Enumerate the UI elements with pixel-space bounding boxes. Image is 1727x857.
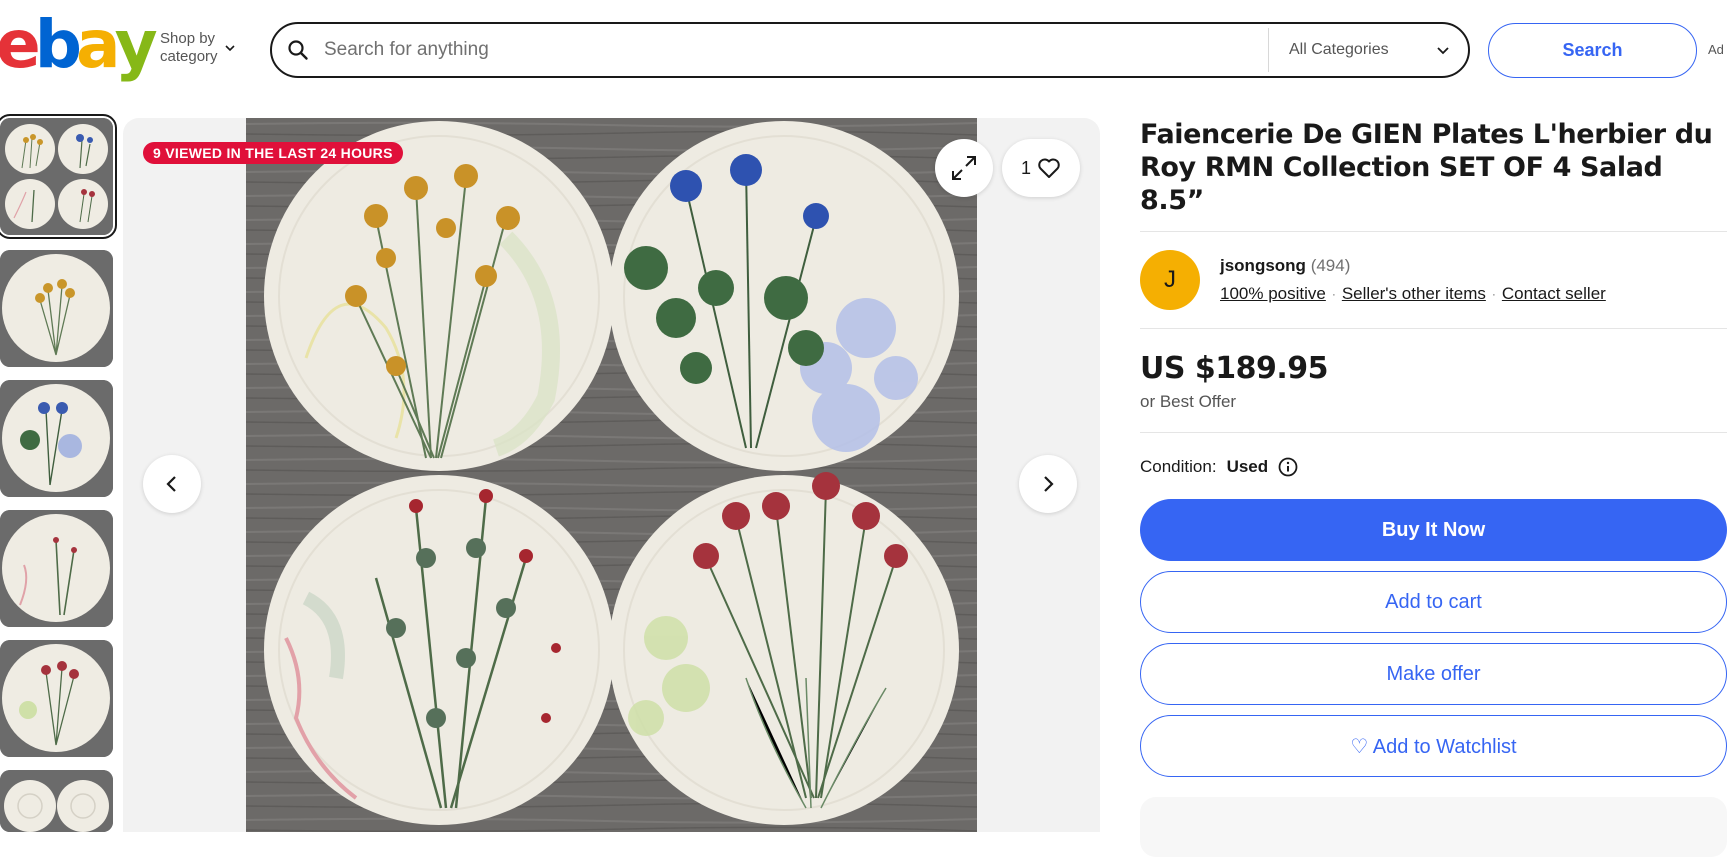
thumbnail-red-flower-plate[interactable] bbox=[0, 640, 113, 757]
separator-dot: · bbox=[1491, 287, 1496, 301]
next-image-button[interactable] bbox=[1019, 455, 1077, 513]
category-select[interactable]: All Categories bbox=[1268, 28, 1468, 72]
chevron-down-icon bbox=[224, 45, 235, 52]
seller-info: jsongsong (494) 100% positive · Seller's… bbox=[1220, 250, 1606, 304]
image-viewer: 9 VIEWED IN THE LAST 24 HOURS 1 bbox=[123, 118, 1100, 832]
condition-label: Condition: bbox=[1140, 457, 1217, 476]
positive-feedback-link[interactable]: 100% positive bbox=[1220, 284, 1326, 304]
seller-links: 100% positive · Seller's other items · C… bbox=[1220, 284, 1606, 304]
price: US $189.95 bbox=[1140, 351, 1329, 386]
plate-image bbox=[0, 380, 113, 497]
listing-panel: Faiencerie De GIEN Plates L'herbier du R… bbox=[1140, 118, 1727, 777]
seller-name-row: jsongsong (494) bbox=[1220, 256, 1606, 276]
plates-photo bbox=[246, 118, 977, 832]
info-card bbox=[1140, 797, 1727, 857]
advanced-search-link[interactable]: Ad bbox=[1708, 42, 1724, 57]
plate-image bbox=[0, 770, 113, 832]
watch-count: 1 bbox=[1020, 157, 1031, 178]
search-icon bbox=[272, 24, 324, 76]
seller-avatar[interactable]: J bbox=[1140, 250, 1200, 310]
category-label: All Categories bbox=[1289, 41, 1389, 58]
plate-image bbox=[0, 250, 113, 367]
header: ebay Shop by category All Categories Sea… bbox=[0, 0, 1727, 95]
separator-dot: · bbox=[1331, 287, 1336, 301]
ebay-logo[interactable]: ebay bbox=[0, 6, 158, 83]
expand-image-button[interactable] bbox=[935, 139, 993, 197]
chevron-right-icon bbox=[1044, 476, 1054, 492]
add-to-watchlist-button[interactable]: ♡ Add to Watchlist bbox=[1140, 715, 1727, 777]
add-to-cart-button[interactable]: Add to cart bbox=[1140, 571, 1727, 633]
seller-other-items-link[interactable]: Seller's other items bbox=[1342, 284, 1486, 304]
divider bbox=[1140, 432, 1727, 433]
logo-letter: b bbox=[34, 6, 82, 83]
seller-feedback-count: (494) bbox=[1310, 256, 1351, 275]
previous-image-button[interactable] bbox=[143, 455, 201, 513]
info-icon[interactable] bbox=[1278, 457, 1298, 477]
chevron-left-icon bbox=[166, 476, 176, 492]
chevron-down-icon bbox=[1437, 47, 1449, 55]
logo-letter: e bbox=[0, 6, 41, 83]
condition-value: Used bbox=[1226, 457, 1269, 476]
search-input[interactable] bbox=[324, 30, 1268, 70]
thumbnail-blue-flower-plate[interactable] bbox=[0, 380, 113, 497]
buy-it-now-button[interactable]: Buy It Now bbox=[1140, 499, 1727, 561]
shop-by-label: Shop by category bbox=[160, 30, 218, 65]
thumbnail-all-four-plates[interactable] bbox=[0, 114, 117, 239]
divider bbox=[1140, 328, 1727, 329]
seller-name[interactable]: jsongsong bbox=[1220, 256, 1306, 275]
make-offer-button[interactable]: Make offer bbox=[1140, 643, 1727, 705]
logo-letter: y bbox=[114, 6, 158, 83]
search-button[interactable]: Search bbox=[1488, 23, 1697, 78]
divider bbox=[1140, 231, 1727, 232]
thumbnail-plate-backs[interactable] bbox=[0, 770, 113, 832]
plates-image bbox=[0, 118, 113, 235]
listing-title: Faiencerie De GIEN Plates L'herbier du R… bbox=[1140, 119, 1713, 216]
search-bar: All Categories bbox=[270, 22, 1470, 78]
viewed-count-badge: 9 VIEWED IN THE LAST 24 HOURS bbox=[143, 142, 403, 164]
seller-card: J jsongsong (494) 100% positive · Seller… bbox=[1140, 250, 1727, 310]
contact-seller-link[interactable]: Contact seller bbox=[1502, 284, 1606, 304]
expand-icon bbox=[952, 156, 976, 180]
plate-image bbox=[0, 510, 113, 627]
watch-count-button[interactable]: 1 bbox=[1002, 139, 1080, 197]
best-offer-label: or Best Offer bbox=[1140, 392, 1237, 411]
plate-image bbox=[0, 640, 113, 757]
main-product-image[interactable] bbox=[246, 118, 977, 832]
thumbnail-yellow-flower-plate[interactable] bbox=[0, 250, 113, 367]
logo-letter: a bbox=[76, 6, 120, 83]
shop-by-category-button[interactable]: Shop by category bbox=[160, 30, 236, 66]
thumbnail-pink-herb-plate[interactable] bbox=[0, 510, 113, 627]
condition-row: Condition: Used bbox=[1140, 457, 1727, 477]
price-block: US $189.95 or Best Offer bbox=[1140, 351, 1727, 412]
heart-icon bbox=[1038, 158, 1060, 178]
